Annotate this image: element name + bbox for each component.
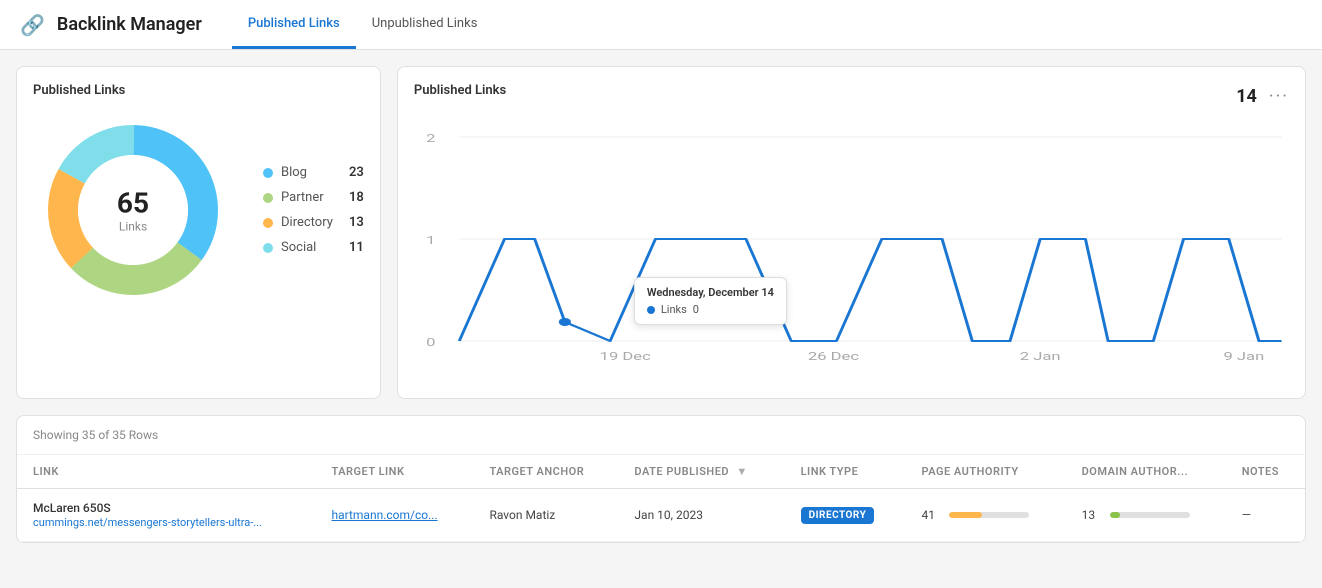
legend-label-social: Social: [281, 240, 341, 255]
col-header-target-link: TARGET LINK: [315, 455, 473, 489]
link-type-badge: DIRECTORY: [801, 507, 875, 524]
line-card-count: 14: [1236, 86, 1257, 107]
table-row: McLaren 650S cummings.net/messengers-sto…: [17, 489, 1305, 542]
date-published-value: Jan 10, 2023: [634, 508, 703, 522]
legend-value-blog: 23: [349, 165, 364, 180]
svg-text:0: 0: [426, 337, 435, 350]
line-card-header: Published Links 14 ···: [414, 83, 1289, 110]
donut-card: Published Links: [16, 66, 381, 399]
app-title: Backlink Manager: [57, 14, 202, 35]
cell-domain-authority: 13: [1066, 489, 1226, 542]
donut-total-label: Links: [117, 220, 149, 234]
donut-legend: Blog 23 Partner 18 Directory 13: [263, 165, 364, 255]
page-authority-bar-bg: [949, 512, 1029, 518]
tab-unpublished[interactable]: Unpublished Links: [356, 0, 494, 49]
header: 🔗 Backlink Manager Published Links Unpub…: [0, 0, 1322, 50]
page-authority-value: 41: [921, 508, 941, 522]
cell-target-link: hartmann.com/co...: [315, 489, 473, 542]
tooltip-row: Links 0: [647, 303, 774, 316]
legend-dot-social: [263, 243, 273, 253]
col-header-page-authority: PAGE AUTHORITY: [905, 455, 1065, 489]
col-header-link: LINK: [17, 455, 315, 489]
svg-text:2 Jan: 2 Jan: [1020, 351, 1061, 362]
legend-label-directory: Directory: [281, 215, 341, 230]
domain-authority-wrap: 13: [1082, 508, 1210, 522]
col-header-link-type: LINK TYPE: [785, 455, 906, 489]
legend-dot-blog: [263, 168, 273, 178]
data-table: LINK TARGET LINK TARGET ANCHOR DATE PUBL…: [17, 455, 1305, 542]
main-tabs: Published Links Unpublished Links: [232, 0, 494, 49]
line-card-title: Published Links: [414, 83, 506, 98]
chart-tooltip: Wednesday, December 14 Links 0: [634, 277, 787, 325]
legend-item-social: Social 11: [263, 240, 364, 255]
page-authority-wrap: 41: [921, 508, 1049, 522]
col-header-target-anchor: TARGET ANCHOR: [473, 455, 618, 489]
line-chart-card: Published Links 14 ··· 2 1 0: [397, 66, 1306, 399]
table-header-row: LINK TARGET LINK TARGET ANCHOR DATE PUBL…: [17, 455, 1305, 489]
legend-item-directory: Directory 13: [263, 215, 364, 230]
domain-authority-value: 13: [1082, 508, 1102, 522]
donut-card-title: Published Links: [33, 83, 364, 98]
tooltip-value: 0: [693, 303, 699, 316]
svg-text:26 Dec: 26 Dec: [808, 351, 859, 362]
col-header-notes: NOTES: [1226, 455, 1305, 489]
svg-text:1: 1: [426, 235, 435, 248]
legend-label-blog: Blog: [281, 165, 341, 180]
legend-dot-directory: [263, 218, 273, 228]
legend-value-partner: 18: [349, 190, 364, 205]
svg-text:2: 2: [426, 133, 435, 146]
line-chart-area: 2 1 0 19 Dec 26 Dec 2 Jan: [414, 122, 1289, 382]
cell-page-authority: 41: [905, 489, 1065, 542]
legend-item-blog: Blog 23: [263, 165, 364, 180]
svg-text:19 Dec: 19 Dec: [600, 351, 651, 362]
page-authority-bar-fill: [949, 512, 982, 518]
donut-center: 65 Links: [117, 187, 149, 234]
link-url[interactable]: cummings.net/messengers-storytellers-ult…: [33, 516, 262, 529]
main-content: Published Links: [0, 50, 1322, 559]
cell-link-type: DIRECTORY: [785, 489, 906, 542]
donut-content: 65 Links Blog 23 Partner 18: [33, 110, 364, 310]
legend-dot-partner: [263, 193, 273, 203]
cell-notes: —: [1226, 489, 1305, 542]
cell-link: McLaren 650S cummings.net/messengers-sto…: [17, 489, 315, 542]
cell-target-anchor: Ravon Matiz: [473, 489, 618, 542]
target-link-url[interactable]: hartmann.com/co...: [331, 508, 437, 522]
cell-date-published: Jan 10, 2023: [618, 489, 784, 542]
table-card: Showing 35 of 35 Rows LINK TARGET LINK T…: [16, 415, 1306, 543]
donut-total: 65: [117, 187, 149, 220]
tooltip-date: Wednesday, December 14: [647, 286, 774, 299]
legend-value-directory: 13: [349, 215, 364, 230]
link-name: McLaren 650S: [33, 501, 299, 515]
line-card-menu-button[interactable]: ···: [1269, 86, 1289, 107]
tab-published[interactable]: Published Links: [232, 0, 356, 49]
svg-text:9 Jan: 9 Jan: [1223, 351, 1264, 362]
sort-icon: ▼: [736, 465, 747, 478]
donut-chart: 65 Links: [33, 110, 233, 310]
tooltip-metric: Links: [661, 303, 687, 316]
legend-item-partner: Partner 18: [263, 190, 364, 205]
legend-value-social: 11: [349, 240, 364, 255]
target-anchor-text: Ravon Matiz: [489, 508, 555, 522]
table-meta: Showing 35 of 35 Rows: [17, 416, 1305, 455]
backlink-icon: 🔗: [20, 13, 45, 37]
col-header-domain-authority: DOMAIN AUTHOR...: [1066, 455, 1226, 489]
col-header-date-published[interactable]: DATE PUBLISHED ▼: [618, 455, 784, 489]
notes-value: —: [1242, 508, 1251, 522]
domain-authority-bar-bg: [1110, 512, 1190, 518]
top-row: Published Links: [16, 66, 1306, 399]
tooltip-dot: [647, 306, 655, 314]
domain-authority-bar-fill: [1110, 512, 1120, 518]
legend-label-partner: Partner: [281, 190, 341, 205]
